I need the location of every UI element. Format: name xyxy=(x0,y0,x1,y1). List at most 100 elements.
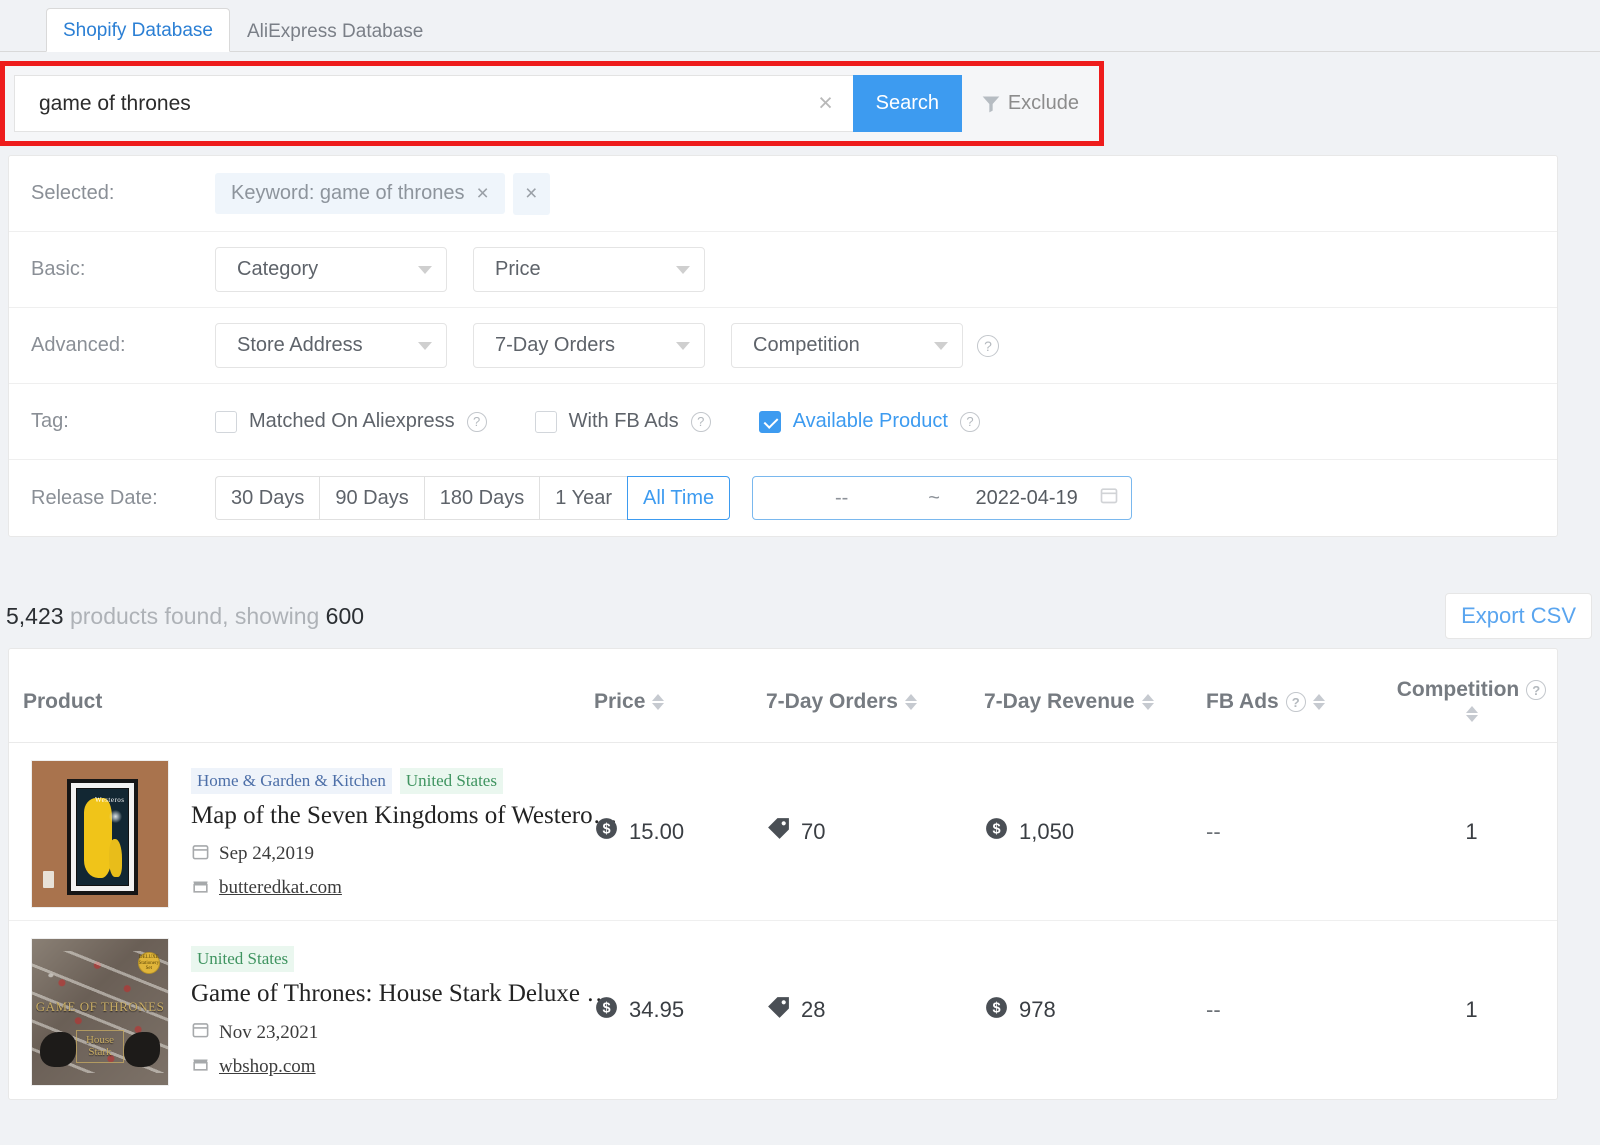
product-fb-ads-value: -- xyxy=(1206,997,1221,1023)
checkbox-box[interactable] xyxy=(759,411,781,433)
product-orders-cell: 28 xyxy=(766,995,984,1026)
results-summary-text: 5,423 products found, showing 600 xyxy=(6,603,364,630)
filter-row-release-date: Release Date: 30 Days 90 Days 180 Days 1… xyxy=(9,460,1557,536)
results-showing-count: 600 xyxy=(326,603,364,629)
results-summary-bar: 5,423 products found, showing 600 Export… xyxy=(0,585,1600,647)
column-header-competition-label: Competition xyxy=(1397,678,1519,702)
dollar-icon: $ xyxy=(594,995,619,1026)
tab-aliexpress-database[interactable]: AliExpress Database xyxy=(230,9,440,52)
chevron-down-icon xyxy=(934,342,948,350)
product-title[interactable]: Game of Thrones: House Stark Deluxe … xyxy=(191,980,611,1008)
funnel-icon xyxy=(980,94,1002,114)
available-product-help-icon[interactable]: ? xyxy=(960,412,980,432)
search-bar: × Search Exclude xyxy=(5,75,1099,132)
clear-all-filters-button[interactable]: × xyxy=(513,173,550,215)
product-title[interactable]: Map of the Seven Kingdoms of Westero… xyxy=(191,802,618,830)
dropdown-category[interactable]: Category xyxy=(215,247,447,292)
sort-fb-ads-icon[interactable] xyxy=(1313,694,1325,710)
product-store: butteredkat.com xyxy=(191,876,618,901)
selected-chip-keyword[interactable]: Keyword: game of thrones × xyxy=(215,173,505,214)
dropdown-category-label: Category xyxy=(237,258,318,281)
products-table: Product Price 7-Day Orders 7-Day Revenue… xyxy=(8,648,1558,1100)
store-icon xyxy=(191,876,210,901)
release-1-year-button[interactable]: 1 Year xyxy=(539,476,627,520)
release-date-range-picker[interactable]: -- ~ 2022-04-19 xyxy=(752,476,1132,520)
svg-text:$: $ xyxy=(992,822,1000,838)
product-store-link[interactable]: wbshop.com xyxy=(219,1056,316,1078)
chevron-down-icon xyxy=(676,342,690,350)
calendar-icon xyxy=(191,842,210,867)
calendar-icon xyxy=(191,1020,210,1045)
product-image-subtitle: House Stark xyxy=(76,1030,125,1063)
competition-help-icon[interactable]: ? xyxy=(977,335,999,357)
date-start-value: -- xyxy=(769,487,914,510)
checkbox-with-fb-ads-label: With FB Ads xyxy=(569,410,679,433)
sort-competition-icon[interactable] xyxy=(1466,706,1478,722)
sort-7-day-orders-icon[interactable] xyxy=(905,694,917,710)
product-revenue-cell: $ 978 xyxy=(984,995,1206,1026)
dropdown-store-address[interactable]: Store Address xyxy=(215,323,447,368)
export-csv-button[interactable]: Export CSV xyxy=(1445,593,1592,639)
product-country-badge: United States xyxy=(191,946,294,972)
product-price-cell: $ 15.00 xyxy=(594,816,766,847)
sort-price-icon[interactable] xyxy=(652,694,664,710)
product-competition-cell: 1 xyxy=(1386,997,1557,1023)
table-row[interactable]: DELUXE Stationery Set GAME OF THRONES Ho… xyxy=(9,921,1557,1099)
search-input[interactable] xyxy=(37,91,812,117)
sort-7-day-revenue-icon[interactable] xyxy=(1142,694,1154,710)
search-button[interactable]: Search xyxy=(853,75,962,132)
product-price-cell: $ 34.95 xyxy=(594,995,766,1026)
checkbox-available-product[interactable]: Available Product ? xyxy=(759,410,980,433)
selected-chip-close-icon[interactable]: × xyxy=(476,183,488,204)
product-fb-ads-value: -- xyxy=(1206,819,1221,845)
database-tabbar: Shopify Database AliExpress Database xyxy=(0,0,1600,52)
filter-row-selected: Selected: Keyword: game of thrones × × xyxy=(9,156,1557,232)
matched-on-aliexpress-help-icon[interactable]: ? xyxy=(467,412,487,432)
dropdown-price[interactable]: Price xyxy=(473,247,705,292)
dropdown-competition-label: Competition xyxy=(753,334,860,357)
table-row[interactable]: Westeros Home & Garden & Kitchen United … xyxy=(9,743,1557,921)
release-180-days-button[interactable]: 180 Days xyxy=(424,476,540,520)
product-info: Home & Garden & Kitchen United States Ma… xyxy=(169,760,618,910)
dropdown-price-label: Price xyxy=(495,258,541,281)
checkbox-matched-on-aliexpress-label: Matched On Aliexpress xyxy=(249,410,455,433)
product-store-link[interactable]: butteredkat.com xyxy=(219,877,342,899)
checkbox-matched-on-aliexpress[interactable]: Matched On Aliexpress ? xyxy=(215,410,487,433)
store-icon xyxy=(191,1054,210,1079)
tab-aliexpress-database-label: AliExpress Database xyxy=(247,21,423,42)
checkbox-available-product-label: Available Product xyxy=(793,410,948,433)
product-competition-cell: 1 xyxy=(1386,819,1557,845)
release-90-days-button[interactable]: 90 Days xyxy=(319,476,423,520)
table-header-row: Product Price 7-Day Orders 7-Day Revenue… xyxy=(9,649,1557,743)
clear-search-icon[interactable]: × xyxy=(812,91,839,116)
column-header-price: Price xyxy=(594,690,766,742)
checkbox-box[interactable] xyxy=(215,411,237,433)
column-header-7-day-orders-label: 7-Day Orders xyxy=(766,690,898,714)
product-thumbnail[interactable]: DELUXE Stationery Set GAME OF THRONES Ho… xyxy=(31,938,169,1086)
basic-label: Basic: xyxy=(31,258,215,281)
checkbox-box[interactable] xyxy=(535,411,557,433)
product-info: United States Game of Thrones: House Sta… xyxy=(169,938,611,1088)
selected-label: Selected: xyxy=(31,182,215,205)
product-release-date-value: Sep 24,2019 xyxy=(219,843,314,865)
product-category-badge: Home & Garden & Kitchen xyxy=(191,768,392,794)
competition-column-help-icon[interactable]: ? xyxy=(1526,680,1546,700)
release-all-time-button[interactable]: All Time xyxy=(627,476,730,520)
dropdown-competition[interactable]: Competition xyxy=(731,323,963,368)
tab-shopify-database[interactable]: Shopify Database xyxy=(46,8,230,52)
with-fb-ads-help-icon[interactable]: ? xyxy=(691,412,711,432)
product-cell: Westeros Home & Garden & Kitchen United … xyxy=(9,754,594,910)
dollar-icon: $ xyxy=(594,816,619,847)
product-competition-value: 1 xyxy=(1465,819,1477,845)
fb-ads-help-icon[interactable]: ? xyxy=(1286,692,1306,712)
product-thumbnail[interactable]: Westeros xyxy=(31,760,169,908)
dropdown-7-day-orders[interactable]: 7-Day Orders xyxy=(473,323,705,368)
product-store: wbshop.com xyxy=(191,1054,611,1079)
release-30-days-button[interactable]: 30 Days xyxy=(215,476,319,520)
exclude-button[interactable]: Exclude xyxy=(962,75,1099,132)
product-orders-cell: 70 xyxy=(766,816,984,847)
dollar-icon: $ xyxy=(984,995,1009,1026)
results-found-text: products found, showing xyxy=(70,603,319,629)
filter-row-tag: Tag: Matched On Aliexpress ? With FB Ads… xyxy=(9,384,1557,460)
checkbox-with-fb-ads[interactable]: With FB Ads ? xyxy=(535,410,711,433)
